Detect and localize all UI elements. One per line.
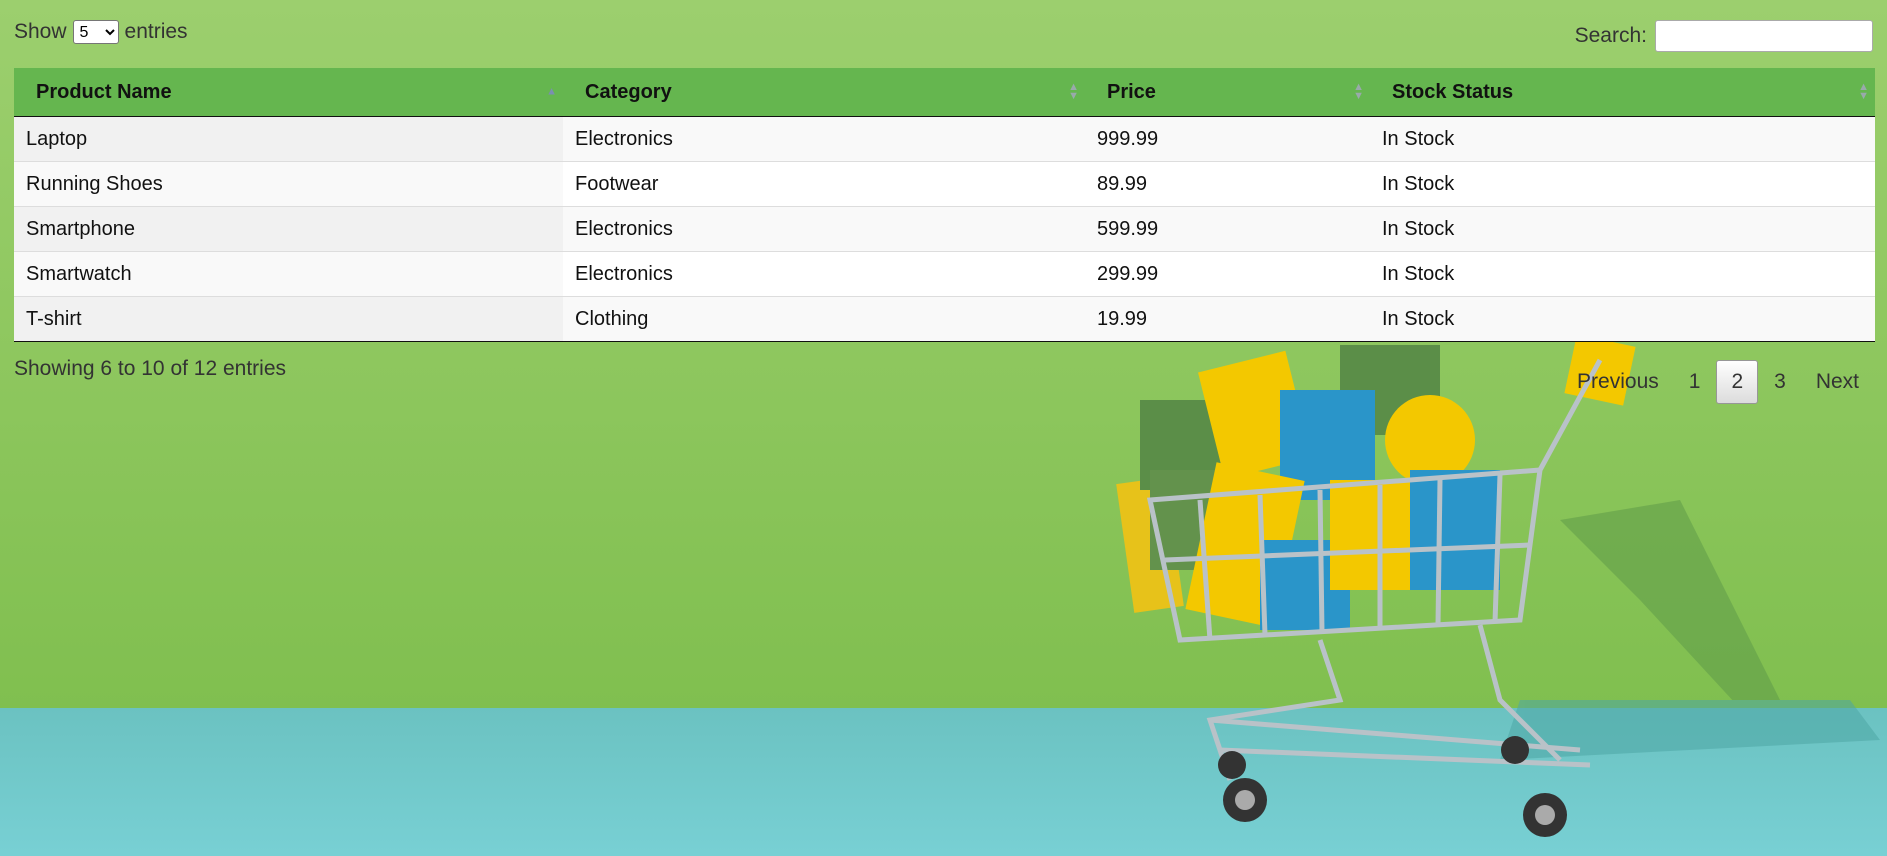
cell-price: 299.99 [1085, 251, 1370, 297]
cell-product-name: Smartwatch [14, 251, 563, 297]
column-label: Stock Status [1392, 80, 1514, 103]
table-row: Smartwatch Electronics 299.99 In Stock [14, 251, 1875, 297]
table-info: Showing 6 to 10 of 12 entries [14, 357, 287, 380]
cell-product-name: Laptop [14, 116, 563, 162]
table-header-row: Product Name ▲ Category ▲ ▼ Price ▲ ▼ Stoc… [14, 68, 1875, 117]
column-label: Price [1107, 80, 1156, 103]
cell-product-name: Smartphone [14, 206, 563, 252]
column-label: Category [585, 80, 672, 103]
products-table: Product Name ▲ Category ▲ ▼ Price ▲ ▼ Stoc… [14, 68, 1875, 342]
pagination: Previous 1 2 3 Next [1561, 360, 1873, 404]
cell-stock-status: In Stock [1370, 206, 1875, 252]
cell-stock-status: In Stock [1370, 296, 1875, 342]
cell-category: Electronics [563, 251, 1085, 297]
table-controls: Show 5 entries Search: [14, 20, 1873, 60]
column-header-stock-status[interactable]: Stock Status ▲ ▼ [1370, 68, 1875, 117]
sort-both-icon: ▲ ▼ [1858, 81, 1869, 102]
table-row: Running Shoes Footwear 89.99 In Stock [14, 161, 1875, 207]
entries-label: entries [124, 20, 188, 43]
cell-price: 999.99 [1097, 127, 1159, 150]
column-header-price[interactable]: Price ▲ ▼ [1085, 68, 1370, 117]
show-label: Show [14, 20, 67, 43]
table-row: Laptop Electronics 999.99 In Stock [14, 116, 1875, 162]
sort-both-icon: ▲ ▼ [1068, 81, 1079, 102]
cell-category: Clothing [563, 296, 1085, 342]
sort-asc-icon: ▲ [546, 85, 557, 98]
page-button-3[interactable]: 3 [1760, 361, 1800, 403]
cell-price: 89.99 [1085, 161, 1370, 207]
column-header-product-name[interactable]: Product Name ▲ [14, 68, 563, 117]
cell-stock-status: In Stock [1370, 161, 1875, 207]
cell-product-name: T-shirt [14, 296, 563, 342]
cell-product-name: Running Shoes [14, 161, 563, 207]
cell-category: Footwear [563, 161, 1085, 207]
column-label: Product Name [36, 80, 172, 103]
column-header-category[interactable]: Category ▲ ▼ [563, 68, 1085, 117]
cell-price: 599.99 [1085, 206, 1370, 252]
cell-stock-status: In Stock [1370, 251, 1875, 297]
cell-category: Electronics [563, 206, 1085, 252]
next-button[interactable]: Next [1802, 361, 1873, 403]
page-button-2-current[interactable]: 2 [1716, 360, 1759, 404]
page-length-select[interactable]: 5 [72, 20, 119, 44]
table-row: T-shirt Clothing 19.99 In Stock [14, 296, 1875, 342]
page-length-control: Show 5 entries [14, 20, 188, 44]
page-button-1[interactable]: 1 [1675, 361, 1715, 403]
sort-both-icon: ▲ ▼ [1353, 81, 1364, 102]
cell-stock-status: In Stock [1382, 127, 1455, 150]
cell-price: 19.99 [1085, 296, 1370, 342]
search-label: Search: [1574, 24, 1647, 47]
table-row: Smartphone Electronics 599.99 In Stock [14, 206, 1875, 252]
cell-category: Electronics [575, 127, 673, 150]
search-input[interactable] [1655, 20, 1873, 52]
previous-button[interactable]: Previous [1563, 361, 1673, 403]
search-control: Search: [1575, 20, 1873, 52]
